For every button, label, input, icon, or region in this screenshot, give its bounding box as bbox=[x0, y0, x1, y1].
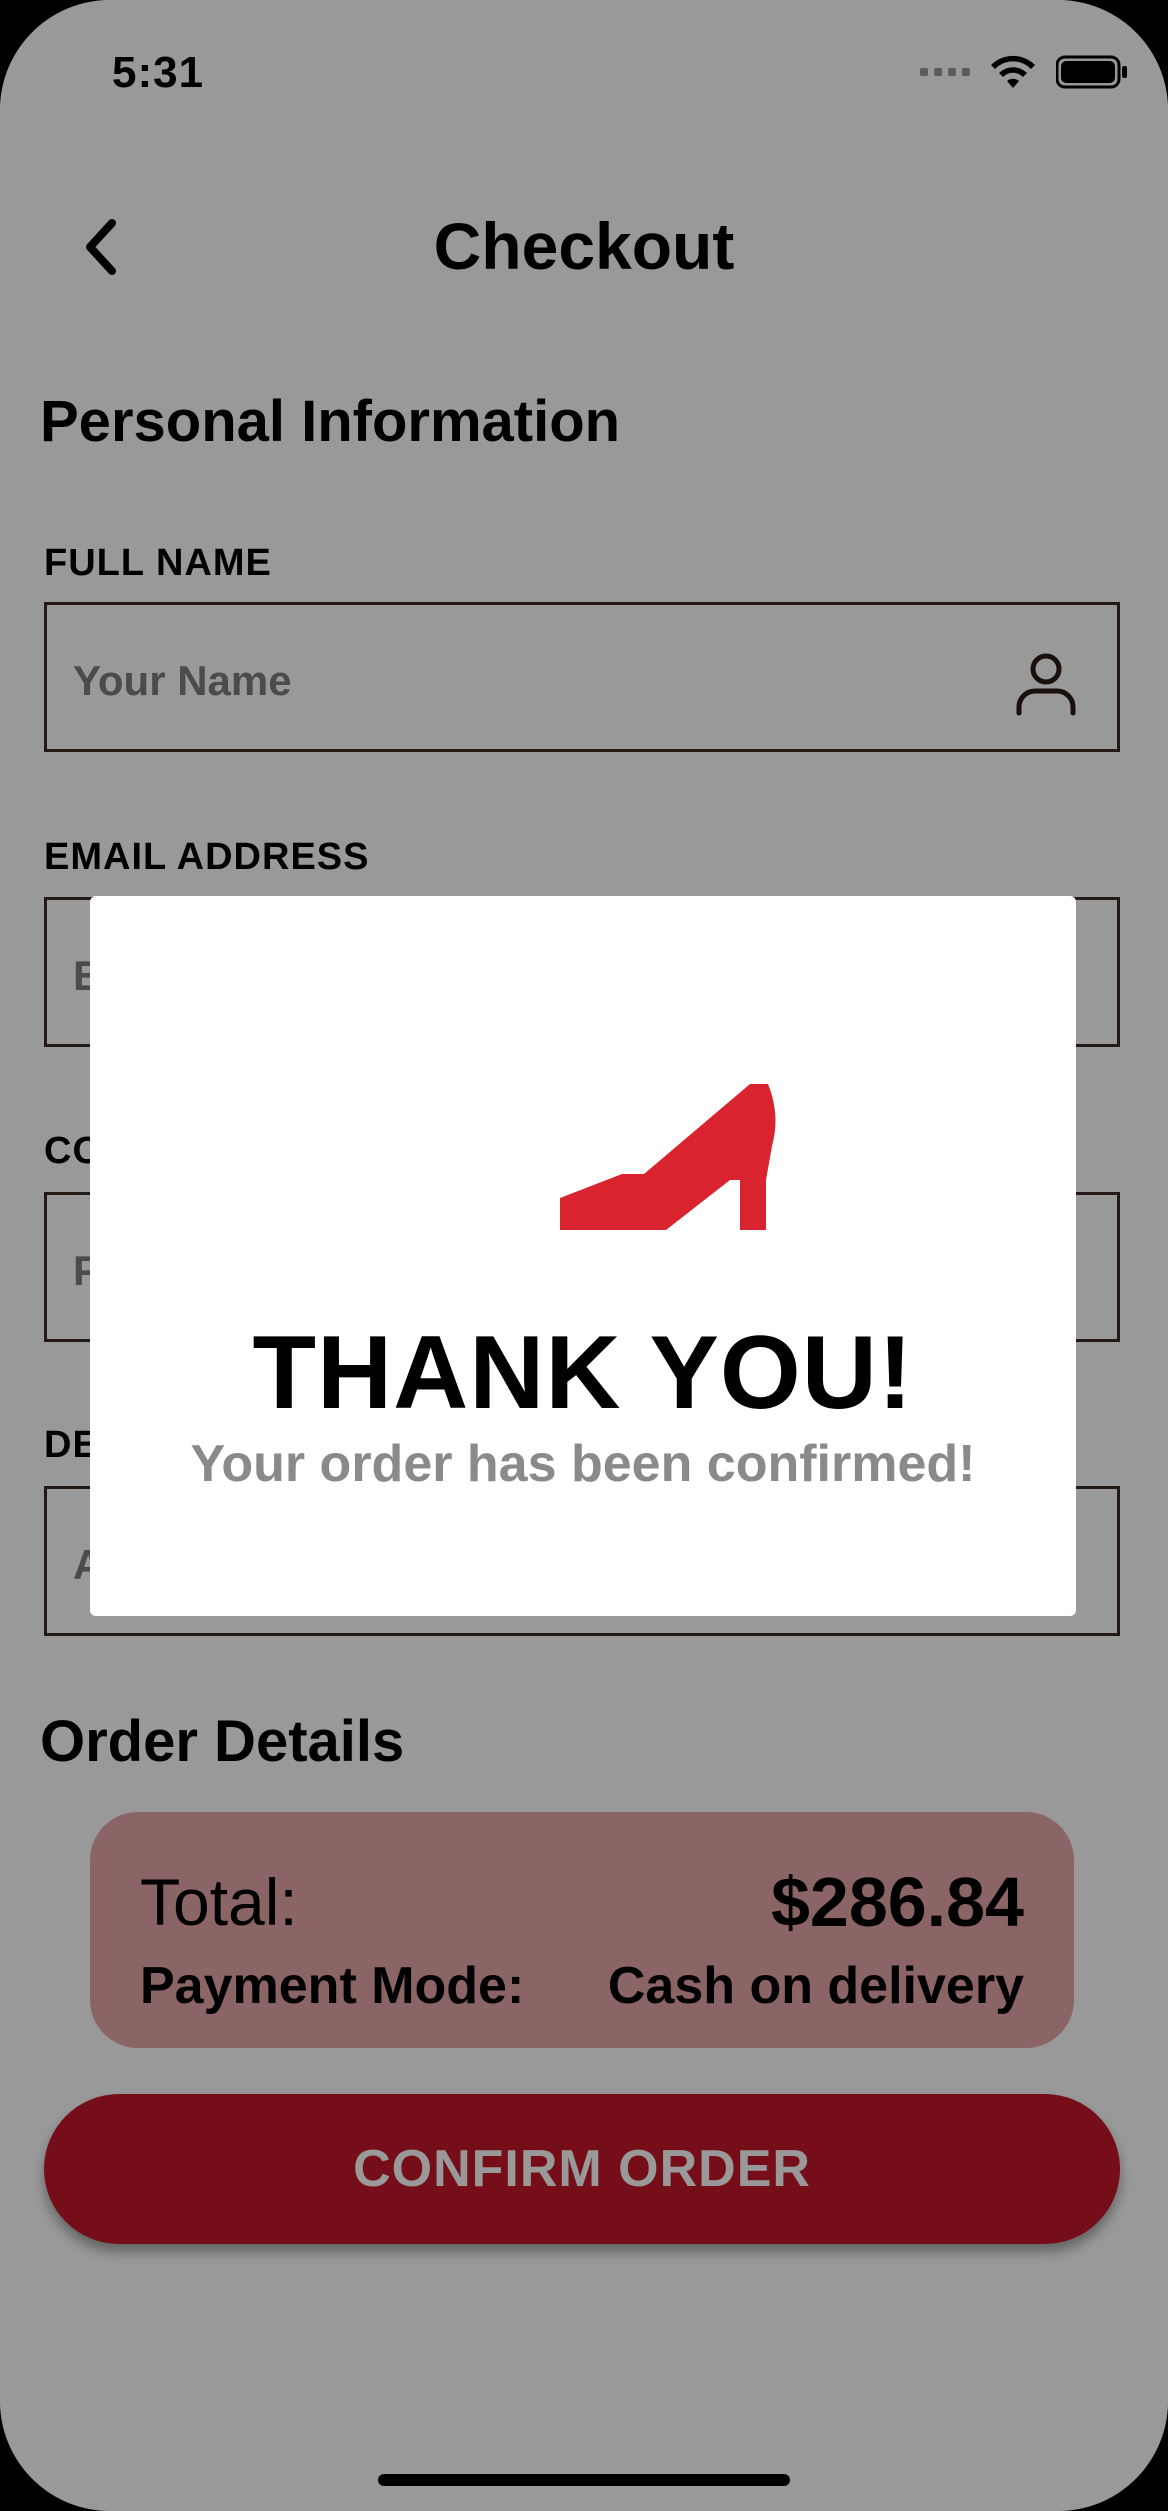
checkout-screen: 5:31 Checkout Personal Information FULL … bbox=[0, 0, 1168, 2511]
order-confirmed-modal: THANK YOU! Your order has been confirmed… bbox=[90, 896, 1076, 1616]
order-confirmed-message: Your order has been confirmed! bbox=[190, 1435, 976, 1493]
shoe-icon bbox=[560, 1084, 776, 1230]
thank-you-title: THANK YOU! bbox=[252, 1315, 914, 1431]
home-indicator[interactable] bbox=[378, 2474, 790, 2486]
